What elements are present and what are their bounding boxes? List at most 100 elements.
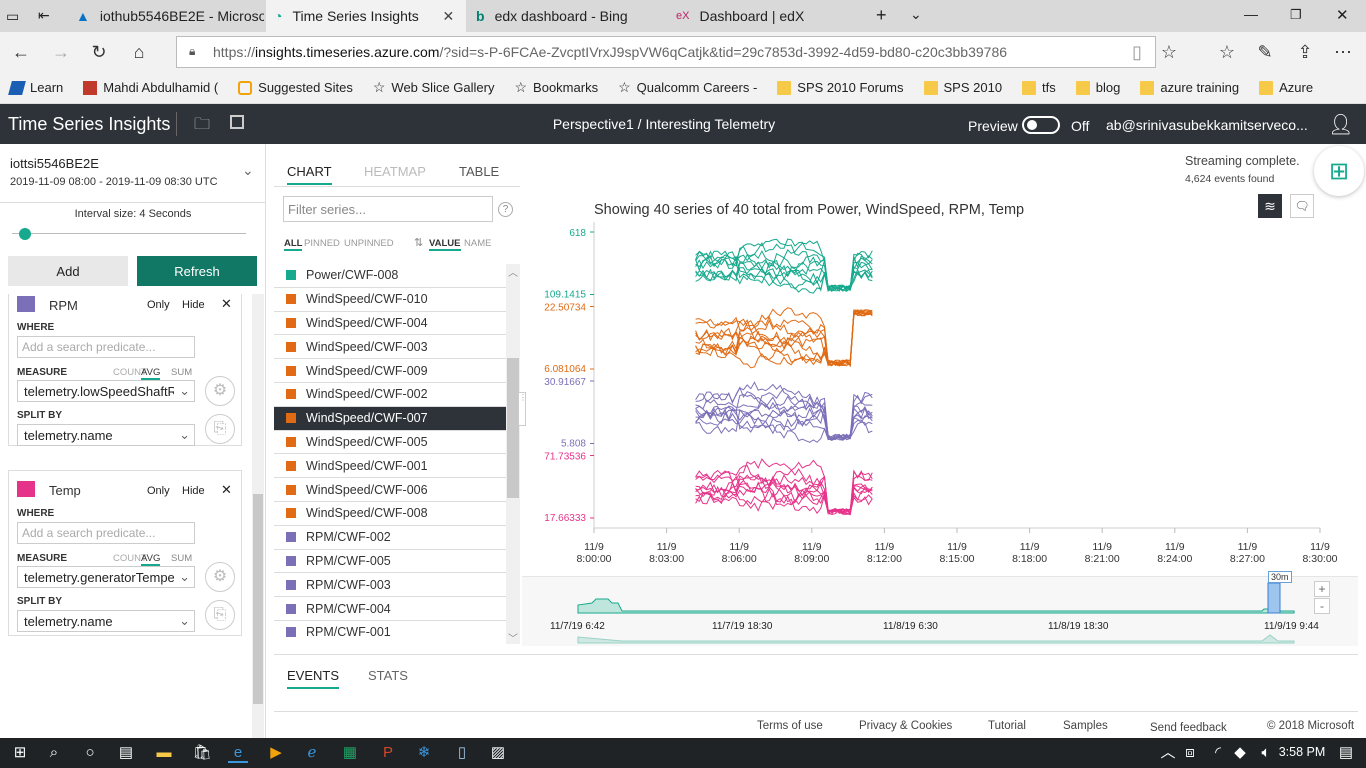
- where-input[interactable]: Add a search predicate...: [17, 336, 195, 358]
- browser-tab-tsi[interactable]: ◔ Time Series Insights ✕: [266, 0, 466, 32]
- series-list-item[interactable]: WindSpeed/CWF-003: [274, 335, 506, 360]
- series-list-item[interactable]: WindSpeed/CWF-005: [274, 431, 506, 455]
- availability-chart[interactable]: [522, 577, 1358, 647]
- footer-samples[interactable]: Samples: [1063, 720, 1108, 732]
- series-list-item[interactable]: WindSpeed/CWF-010: [274, 288, 506, 312]
- edge-icon[interactable]: e: [228, 743, 248, 763]
- fav-azure-training[interactable]: azure training: [1140, 80, 1239, 95]
- close-tab-icon[interactable]: ✕: [442, 8, 454, 25]
- settings-gear-icon[interactable]: ⚙: [205, 562, 235, 592]
- scrollbar-thumb[interactable]: [507, 358, 519, 498]
- photos-icon[interactable]: ▨: [488, 743, 508, 763]
- restore-icon[interactable]: ❐: [1290, 7, 1302, 23]
- left-scrollbar[interactable]: [252, 294, 264, 738]
- filter-series-input[interactable]: Filter series...: [283, 196, 493, 222]
- back-icon[interactable]: ←: [8, 40, 34, 64]
- series-list-item[interactable]: WindSpeed/CWF-002: [274, 383, 506, 407]
- fav-sps[interactable]: SPS 2010: [923, 80, 1002, 95]
- scroll-down-icon[interactable]: ﹀: [508, 630, 518, 645]
- series-list-item[interactable]: RPM/CWF-003: [274, 573, 506, 598]
- series-list-item[interactable]: WindSpeed/CWF-008: [274, 502, 506, 526]
- filter-unpinned[interactable]: UNPINNED: [344, 238, 394, 249]
- chevron-down-icon[interactable]: ⌄: [242, 162, 254, 179]
- preview-toggle[interactable]: [1022, 116, 1060, 134]
- cortana-icon[interactable]: ○: [80, 743, 100, 763]
- sort-name[interactable]: NAME: [464, 238, 491, 249]
- fav-learn[interactable]: Learn: [8, 80, 63, 95]
- task-view-icon[interactable]: ▤: [116, 743, 136, 763]
- series-list-item[interactable]: RPM/CWF-005: [274, 550, 506, 574]
- only-button[interactable]: Only: [147, 299, 170, 311]
- split-options-icon[interactable]: ⎘: [205, 600, 235, 630]
- series-list-item[interactable]: Power/CWF-008: [274, 264, 506, 288]
- snowflake-app-icon[interactable]: ❄: [414, 743, 434, 763]
- zoom-out-icon[interactable]: -: [1314, 598, 1330, 614]
- dropbox-icon[interactable]: ◆: [1230, 743, 1250, 763]
- fav-blog[interactable]: blog: [1075, 80, 1120, 95]
- favorites-hub-icon[interactable]: ☆: [1214, 40, 1240, 64]
- file-explorer-icon[interactable]: ▬: [154, 743, 174, 763]
- series-list-item[interactable]: RPM/CWF-002: [274, 526, 506, 550]
- set-tabs-aside-icon[interactable]: ⇤: [38, 7, 56, 25]
- minimize-icon[interactable]: —: [1244, 6, 1258, 22]
- series-list-item[interactable]: WindSpeed/CWF-006: [274, 478, 506, 502]
- open-folder-icon[interactable]: 🗀︎: [194, 113, 210, 140]
- user-avatar-icon[interactable]: 👤︎: [1328, 112, 1353, 137]
- ie-icon[interactable]: ℯ: [302, 743, 322, 763]
- share-icon[interactable]: ⇪: [1292, 40, 1318, 64]
- filter-pinned[interactable]: PINNED: [304, 238, 340, 249]
- fav-mahdi[interactable]: Mahdi Abdulhamid (: [83, 80, 218, 95]
- refresh-button[interactable]: Refresh: [137, 256, 257, 286]
- measure-select[interactable]: telemetry.lowSpeedShaftRpm ⌄: [17, 380, 195, 402]
- sum-option[interactable]: SUM: [171, 367, 192, 378]
- avg-option[interactable]: AVG: [141, 553, 161, 566]
- browser-tab-edx[interactable]: eX Dashboard | edX: [668, 0, 866, 32]
- refresh-page-icon[interactable]: ↻: [86, 40, 112, 64]
- avg-option[interactable]: AVG: [141, 367, 161, 380]
- new-tab-icon[interactable]: +: [876, 5, 887, 26]
- series-list-item[interactable]: RPM/CWF-001: [274, 621, 506, 644]
- hide-button[interactable]: Hide: [182, 485, 205, 497]
- hide-button[interactable]: Hide: [182, 299, 205, 311]
- tab-chart[interactable]: CHART: [287, 164, 332, 185]
- split-options-icon[interactable]: ⎘: [205, 414, 235, 444]
- add-button[interactable]: Add: [8, 256, 128, 286]
- notes-pen-icon[interactable]: ✎: [1252, 40, 1278, 64]
- split-by-select[interactable]: telemetry.name ⌄: [17, 424, 195, 446]
- split-by-select[interactable]: telemetry.name ⌄: [17, 610, 195, 632]
- fav-suggested[interactable]: Suggested Sites: [238, 80, 353, 95]
- tab-preview-chevron-icon[interactable]: ⌄: [910, 6, 922, 23]
- powerpoint-icon[interactable]: P: [378, 743, 398, 763]
- series-scrollbar[interactable]: ︿ ﹀: [506, 264, 520, 645]
- tab-table[interactable]: TABLE: [459, 164, 499, 179]
- series-list-item[interactable]: WindSpeed/CWF-007: [274, 406, 506, 431]
- reading-view-icon[interactable]: ▯: [1124, 40, 1150, 64]
- favorite-star-icon[interactable]: ☆: [1156, 40, 1182, 64]
- fav-tfs[interactable]: tfs: [1022, 80, 1056, 95]
- tab-events[interactable]: EVENTS: [287, 668, 340, 689]
- forward-icon[interactable]: →: [48, 40, 74, 64]
- remove-query-icon[interactable]: ✕: [221, 296, 232, 312]
- fav-qualcomm[interactable]: ☆ Qualcomm Careers -: [618, 79, 757, 96]
- user-account[interactable]: ab@srinivasubekkamitserveco...: [1106, 117, 1308, 133]
- series-list-item[interactable]: WindSpeed/CWF-001: [274, 454, 506, 479]
- tab-heatmap[interactable]: HEATMAP: [364, 164, 426, 179]
- measure-select[interactable]: telemetry.generatorTemperature ⌄: [17, 566, 195, 588]
- footer-feedback[interactable]: Send feedback: [1150, 722, 1227, 734]
- scrollbar-thumb[interactable]: [253, 494, 263, 704]
- footer-privacy[interactable]: Privacy & Cookies: [859, 720, 952, 732]
- wifi-icon[interactable]: ◜: [1208, 743, 1228, 763]
- footer-tutorial[interactable]: Tutorial: [988, 720, 1026, 732]
- excel-like-icon[interactable]: ▦: [340, 743, 360, 763]
- help-icon[interactable]: ?: [498, 202, 513, 217]
- windows-start-icon[interactable]: ⊞: [10, 743, 30, 763]
- series-list-item[interactable]: RPM/CWF-004: [274, 597, 506, 621]
- fav-sps-forums[interactable]: SPS 2010 Forums: [777, 80, 904, 95]
- footer-terms[interactable]: Terms of use: [757, 720, 823, 732]
- browser-tab-bing[interactable]: b edx dashboard - Bing: [468, 0, 666, 32]
- notepad-icon[interactable]: ▯: [452, 743, 472, 763]
- people-icon[interactable]: ⧈: [1180, 743, 1200, 763]
- only-button[interactable]: Only: [147, 485, 170, 497]
- browser-tab-iothub[interactable]: ▲ iothub5546BE2E - Microsofi: [68, 0, 264, 32]
- sort-icon[interactable]: ⇅: [414, 236, 423, 249]
